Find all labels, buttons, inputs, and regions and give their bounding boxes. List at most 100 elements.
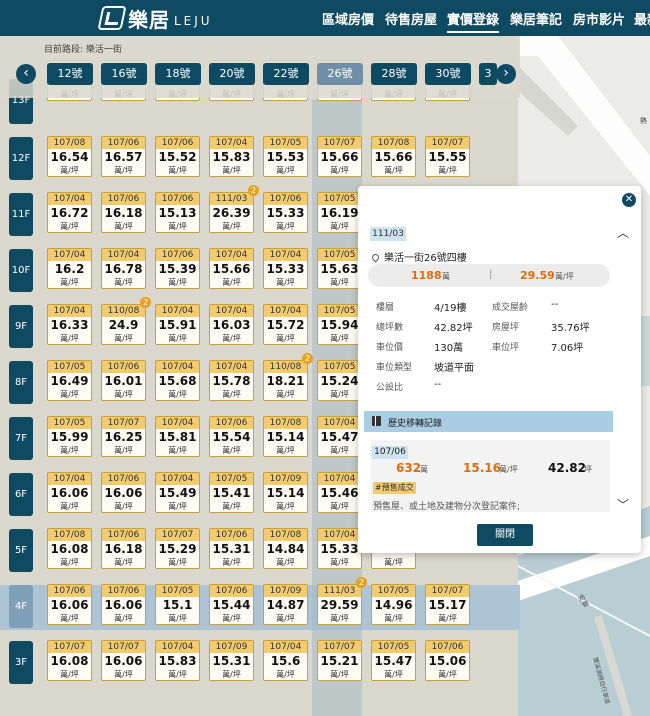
chevron-up-icon[interactable]: ︿ <box>617 224 629 241</box>
unit-cell[interactable]: 107/07 15.21 萬/坪 <box>317 640 362 681</box>
unit-cell[interactable]: 107/04 16.06 萬/坪 <box>47 472 92 513</box>
unit-cell[interactable]: 107/06 15.13 萬/坪 <box>155 192 200 233</box>
unit-cell[interactable]: 107/09 15.31 萬/坪 <box>209 640 254 681</box>
unit-cell[interactable]: 107/05 15.63 萬/坪 <box>317 248 362 289</box>
unit-cell[interactable]: 107/05 15.94 萬/坪 <box>317 304 362 345</box>
unit-cell[interactable]: 107/04 16.72 萬/坪 <box>47 192 92 233</box>
nav-for-sale[interactable]: 待售房屋 <box>385 9 437 28</box>
unit-cell[interactable]: 107/06 15.52 萬/坪 <box>155 136 200 177</box>
unit-cell[interactable]: 107/07 15.29 萬/坪 <box>155 528 200 569</box>
building-tab[interactable]: 20號 <box>209 63 255 85</box>
unit-cell[interactable]: 107/07 15.17 萬/坪 <box>425 584 470 625</box>
building-tab[interactable]: 30號 <box>425 63 471 85</box>
floor-label[interactable]: 8F <box>9 361 33 404</box>
unit-cell[interactable]: 107/04 15.68 萬/坪 <box>155 360 200 401</box>
unit-cell[interactable]: 107/04 15.72 萬/坪 <box>263 304 308 345</box>
unit-cell[interactable]: 107/06 16.06 萬/坪 <box>101 472 146 513</box>
unit-cell[interactable]: 107/07 16.06 萬/坪 <box>101 640 146 681</box>
unit-cell[interactable]: 107/05 14.96 萬/坪 <box>371 584 416 625</box>
unit-cell[interactable]: 110/08 24.9 萬/坪 2 <box>101 297 151 345</box>
unit-cell[interactable]: 107/09 15.14 萬/坪 <box>263 472 308 513</box>
unit-cell[interactable]: 107/06 15.39 萬/坪 <box>155 248 200 289</box>
nav-transaction-records[interactable]: 實價登錄 <box>447 9 500 33</box>
unit-cell[interactable]: 107/06 15.33 萬/坪 <box>263 192 308 233</box>
unit-cell[interactable]: 107/05 15.53 萬/坪 <box>263 136 308 177</box>
close-button[interactable]: 關閉 <box>477 524 533 546</box>
unit-cell[interactable]: 107/04 16.03 萬/坪 <box>209 304 254 345</box>
unit-cell[interactable]: 107/06 15.31 萬/坪 <box>209 528 254 569</box>
floor-label[interactable]: 6F <box>9 473 33 516</box>
unit-cell[interactable]: 107/04 15.6 萬/坪 <box>263 640 308 681</box>
unit-cell[interactable]: 107/06 16.06 萬/坪 <box>101 584 146 625</box>
floor-label[interactable]: 3F <box>9 641 33 684</box>
unit-cell[interactable]: 107/09 14.87 萬/坪 <box>263 584 308 625</box>
building-tab[interactable]: 28號 <box>371 63 417 85</box>
unit-cell[interactable]: 107/04 15.46 萬/坪 <box>317 472 362 513</box>
unit-cell[interactable]: 107/08 15.66 萬/坪 <box>371 136 416 177</box>
unit-cell[interactable]: 107/04 15.33 萬/坪 <box>263 248 308 289</box>
unit-cell[interactable]: 107/06 16.06 萬/坪 <box>47 584 92 625</box>
floor-label[interactable]: 7F <box>9 417 33 460</box>
unit-cell[interactable]: 111/03 29.59 萬/坪 2 <box>317 577 367 625</box>
unit-cell[interactable]: 107/08 16.08 萬/坪 <box>47 528 92 569</box>
unit-cell[interactable]: 107/07 15.55 萬/坪 <box>425 136 470 177</box>
unit-cell[interactable]: 107/04 16.2 萬/坪 <box>47 248 92 289</box>
unit-cell[interactable]: 107/04 15.33 萬/坪 <box>317 528 362 569</box>
floor-label[interactable]: 10F <box>9 249 33 292</box>
unit-cell[interactable]: 107/07 15.66 萬/坪 <box>317 136 362 177</box>
unit-cell[interactable]: 107/04 15.83 萬/坪 <box>209 136 254 177</box>
unit-cell[interactable]: 107/04 16.78 萬/坪 <box>101 248 146 289</box>
unit-cell[interactable]: 107/07 16.08 萬/坪 <box>47 640 92 681</box>
unit-cell[interactable]: 107/06 15.44 萬/坪 <box>209 584 254 625</box>
building-tab[interactable]: 12號 <box>47 63 93 85</box>
unit-cell[interactable]: 107/05 15.24 萬/坪 <box>317 360 362 401</box>
nav-leju-notes[interactable]: 樂居筆記 <box>510 9 562 28</box>
unit-cell[interactable]: 107/08 16.54 萬/坪 <box>47 136 92 177</box>
tab-prev-button[interactable]: ‹ <box>16 64 36 84</box>
unit-cell[interactable]: 107/05 15.41 萬/坪 <box>209 472 254 513</box>
unit-cell[interactable]: 107/05 15.99 萬/坪 <box>47 416 92 457</box>
floor-label[interactable]: 5F <box>9 529 33 572</box>
unit-cell[interactable]: 107/08 15.14 萬/坪 <box>263 416 308 457</box>
unit-cell[interactable]: 107/05 16.19 萬/坪 <box>317 192 362 233</box>
unit-cell[interactable]: 107/04 15.66 萬/坪 <box>209 248 254 289</box>
unit-cell[interactable]: 107/06 15.06 萬/坪 <box>425 640 470 681</box>
unit-cell[interactable]: 107/04 16.33 萬/坪 <box>47 304 92 345</box>
floor-label[interactable]: 12F <box>9 137 33 180</box>
unit-cell[interactable]: 107/06 15.54 萬/坪 <box>209 416 254 457</box>
nav-latest[interactable]: 最新 <box>634 9 650 28</box>
unit-cell[interactable]: 107/08 14.84 萬/坪 <box>263 528 308 569</box>
unit-cell[interactable]: 107/04 15.81 萬/坪 <box>155 416 200 457</box>
unit-cell[interactable]: 107/04 15.47 萬/坪 <box>317 416 362 457</box>
unit-cell[interactable]: 107/04 15.49 萬/坪 <box>155 472 200 513</box>
unit-cell[interactable]: 107/05 15.1 萬/坪 <box>155 584 200 625</box>
building-tab[interactable]: 26號 <box>317 63 363 85</box>
floor-label[interactable]: 11F <box>9 193 33 236</box>
popup-close-icon[interactable]: ✕ <box>622 193 636 207</box>
unit-cell[interactable]: 107/05 15.47 萬/坪 <box>371 640 416 681</box>
unit-cell[interactable]: 107/04 15.78 萬/坪 <box>209 360 254 401</box>
unit-cell[interactable]: 107/07 16.25 萬/坪 <box>101 416 146 457</box>
building-tab[interactable]: 16號 <box>101 63 147 85</box>
logo[interactable]: 樂居 LEJU <box>97 4 213 32</box>
chevron-down-icon[interactable]: ﹀ <box>617 496 629 513</box>
unit-cell[interactable]: 111/03 26.39 萬/坪 2 <box>209 185 259 233</box>
unit-date: 107/04 <box>210 137 253 149</box>
tab-next-button[interactable]: › <box>496 64 516 84</box>
unit-date: 107/05 <box>318 361 361 373</box>
floor-label[interactable]: 9F <box>9 305 33 348</box>
building-tab[interactable]: 3 <box>479 63 497 85</box>
unit-cell[interactable]: 107/06 16.01 萬/坪 <box>101 360 146 401</box>
floor-label[interactable]: 4F <box>9 585 33 628</box>
unit-cell[interactable]: 107/05 16.49 萬/坪 <box>47 360 92 401</box>
nav-market-videos[interactable]: 房市影片 <box>573 9 625 28</box>
unit-cell[interactable]: 110/08 18.21 萬/坪 2 <box>263 353 313 401</box>
nav-area-price[interactable]: 區域房價 <box>322 9 374 28</box>
unit-cell[interactable]: 107/06 16.18 萬/坪 <box>101 528 146 569</box>
unit-cell[interactable]: 107/04 15.83 萬/坪 <box>155 640 200 681</box>
building-tab[interactable]: 18號 <box>155 63 201 85</box>
unit-cell[interactable]: 107/04 15.91 萬/坪 <box>155 304 200 345</box>
building-tab[interactable]: 22號 <box>263 63 309 85</box>
unit-cell[interactable]: 107/06 16.57 萬/坪 <box>101 136 146 177</box>
unit-cell[interactable]: 107/06 16.18 萬/坪 <box>101 192 146 233</box>
